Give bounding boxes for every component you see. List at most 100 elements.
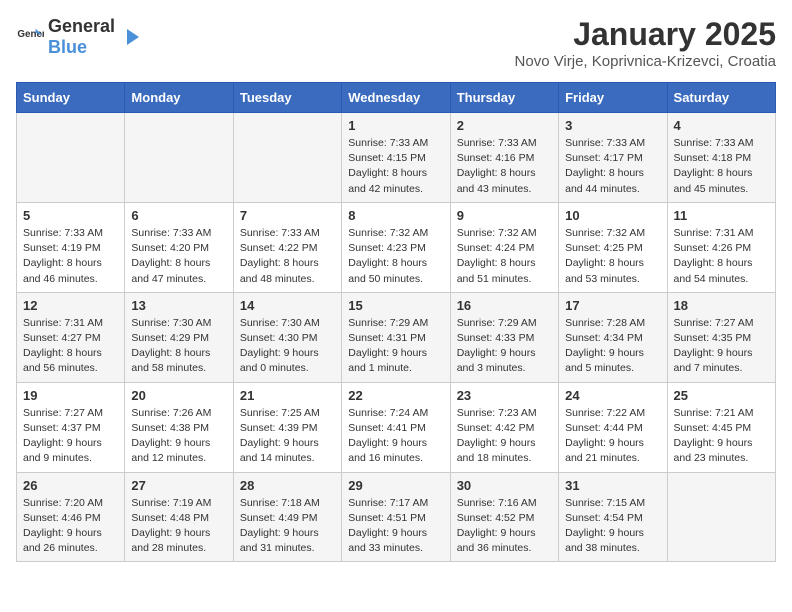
day-info: Sunrise: 7:27 AM Sunset: 4:35 PM Dayligh… [674, 316, 769, 377]
logo-icon: General [16, 23, 44, 51]
calendar-cell: 23 Sunrise: 7:23 AM Sunset: 4:42 PM Dayli… [450, 382, 558, 472]
day-info: Sunrise: 7:31 AM Sunset: 4:26 PM Dayligh… [674, 226, 769, 287]
week-row-5: 26 Sunrise: 7:20 AM Sunset: 4:46 PM Dayli… [17, 472, 776, 562]
day-info: Sunrise: 7:33 AM Sunset: 4:19 PM Dayligh… [23, 226, 118, 287]
day-number: 11 [674, 208, 769, 223]
day-number: 21 [240, 388, 335, 403]
page-header: General General Blue January 2025 Novo V… [16, 16, 776, 70]
calendar-cell: 9Sunrise: 7:32 AM Sunset: 4:24 PM Daylig… [450, 202, 558, 292]
day-info: Sunrise: 7:30 AM Sunset: 4:30 PM Dayligh… [240, 316, 335, 377]
calendar-cell: 14 Sunrise: 7:30 AM Sunset: 4:30 PM Dayli… [233, 292, 341, 382]
calendar-table: SundayMondayTuesdayWednesdayThursdayFrid… [16, 82, 776, 562]
day-number: 27 [131, 478, 226, 493]
logo-blue: Blue [48, 37, 87, 57]
day-info: Sunrise: 7:21 AM Sunset: 4:45 PM Dayligh… [674, 406, 769, 467]
day-info: Sunrise: 7:30 AM Sunset: 4:29 PM Dayligh… [131, 316, 226, 377]
day-number: 31 [565, 478, 660, 493]
calendar-cell: 3Sunrise: 7:33 AM Sunset: 4:17 PM Daylig… [559, 113, 667, 203]
calendar-cell: 27 Sunrise: 7:19 AM Sunset: 4:48 PM Dayli… [125, 472, 233, 562]
day-number: 10 [565, 208, 660, 223]
day-info: Sunrise: 7:29 AM Sunset: 4:33 PM Dayligh… [457, 316, 552, 377]
calendar-cell: 26 Sunrise: 7:20 AM Sunset: 4:46 PM Dayli… [17, 472, 125, 562]
day-number: 6 [131, 208, 226, 223]
day-header-monday: Monday [125, 83, 233, 113]
calendar-cell: 11 Sunrise: 7:31 AM Sunset: 4:26 PM Dayli… [667, 202, 775, 292]
day-header-tuesday: Tuesday [233, 83, 341, 113]
day-number: 14 [240, 298, 335, 313]
day-header-wednesday: Wednesday [342, 83, 450, 113]
day-info: Sunrise: 7:23 AM Sunset: 4:42 PM Dayligh… [457, 406, 552, 467]
day-info: Sunrise: 7:19 AM Sunset: 4:48 PM Dayligh… [131, 496, 226, 557]
day-info: Sunrise: 7:17 AM Sunset: 4:51 PM Dayligh… [348, 496, 443, 557]
calendar-cell [233, 113, 341, 203]
calendar-cell [17, 113, 125, 203]
day-info: Sunrise: 7:18 AM Sunset: 4:49 PM Dayligh… [240, 496, 335, 557]
calendar-cell: 16 Sunrise: 7:29 AM Sunset: 4:33 PM Dayli… [450, 292, 558, 382]
day-info: Sunrise: 7:15 AM Sunset: 4:54 PM Dayligh… [565, 496, 660, 557]
day-info: Sunrise: 7:20 AM Sunset: 4:46 PM Dayligh… [23, 496, 118, 557]
day-header-thursday: Thursday [450, 83, 558, 113]
calendar-cell: 20Sunrise: 7:26 AM Sunset: 4:38 PM Dayli… [125, 382, 233, 472]
days-of-week-row: SundayMondayTuesdayWednesdayThursdayFrid… [17, 83, 776, 113]
week-row-3: 12 Sunrise: 7:31 AM Sunset: 4:27 PM Dayli… [17, 292, 776, 382]
calendar-cell: 28 Sunrise: 7:18 AM Sunset: 4:49 PM Dayli… [233, 472, 341, 562]
calendar-cell: 22 Sunrise: 7:24 AM Sunset: 4:41 PM Dayli… [342, 382, 450, 472]
day-number: 28 [240, 478, 335, 493]
calendar-cell: 2Sunrise: 7:33 AM Sunset: 4:16 PM Daylig… [450, 113, 558, 203]
calendar-cell: 12 Sunrise: 7:31 AM Sunset: 4:27 PM Dayli… [17, 292, 125, 382]
calendar-cell: 4Sunrise: 7:33 AM Sunset: 4:18 PM Daylig… [667, 113, 775, 203]
day-number: 12 [23, 298, 118, 313]
day-number: 25 [674, 388, 769, 403]
calendar-header: SundayMondayTuesdayWednesdayThursdayFrid… [17, 83, 776, 113]
calendar-cell: 31 Sunrise: 7:15 AM Sunset: 4:54 PM Dayli… [559, 472, 667, 562]
calendar-cell: 15Sunrise: 7:29 AM Sunset: 4:31 PM Dayli… [342, 292, 450, 382]
day-info: Sunrise: 7:32 AM Sunset: 4:24 PM Dayligh… [457, 226, 552, 287]
logo-arrow-icon [119, 25, 143, 49]
day-number: 19 [23, 388, 118, 403]
logo-general: General [48, 16, 115, 36]
day-number: 5 [23, 208, 118, 223]
day-number: 15 [348, 298, 443, 313]
day-info: Sunrise: 7:32 AM Sunset: 4:25 PM Dayligh… [565, 226, 660, 287]
calendar-cell: 7Sunrise: 7:33 AM Sunset: 4:22 PM Daylig… [233, 202, 341, 292]
day-info: Sunrise: 7:27 AM Sunset: 4:37 PM Dayligh… [23, 406, 118, 467]
day-info: Sunrise: 7:31 AM Sunset: 4:27 PM Dayligh… [23, 316, 118, 377]
day-info: Sunrise: 7:25 AM Sunset: 4:39 PM Dayligh… [240, 406, 335, 467]
day-info: Sunrise: 7:33 AM Sunset: 4:18 PM Dayligh… [674, 136, 769, 197]
calendar-cell: 10 Sunrise: 7:32 AM Sunset: 4:25 PM Dayli… [559, 202, 667, 292]
location: Novo Virje, Koprivnica-Krizevci, Croatia [515, 53, 776, 70]
day-number: 1 [348, 118, 443, 133]
day-number: 30 [457, 478, 552, 493]
day-number: 22 [348, 388, 443, 403]
week-row-1: 1Sunrise: 7:33 AM Sunset: 4:15 PM Daylig… [17, 113, 776, 203]
month-title: January 2025 [515, 16, 776, 53]
week-row-4: 19 Sunrise: 7:27 AM Sunset: 4:37 PM Dayli… [17, 382, 776, 472]
day-info: Sunrise: 7:33 AM Sunset: 4:22 PM Dayligh… [240, 226, 335, 287]
day-number: 24 [565, 388, 660, 403]
calendar-cell: 24 Sunrise: 7:22 AM Sunset: 4:44 PM Dayli… [559, 382, 667, 472]
calendar-cell: 25 Sunrise: 7:21 AM Sunset: 4:45 PM Dayli… [667, 382, 775, 472]
calendar-cell: 6Sunrise: 7:33 AM Sunset: 4:20 PM Daylig… [125, 202, 233, 292]
day-info: Sunrise: 7:33 AM Sunset: 4:17 PM Dayligh… [565, 136, 660, 197]
day-number: 17 [565, 298, 660, 313]
day-number: 26 [23, 478, 118, 493]
logo: General General Blue [16, 16, 143, 58]
calendar-cell: 18Sunrise: 7:27 AM Sunset: 4:35 PM Dayli… [667, 292, 775, 382]
calendar-cell: 29 Sunrise: 7:17 AM Sunset: 4:51 PM Dayli… [342, 472, 450, 562]
day-number: 20 [131, 388, 226, 403]
day-info: Sunrise: 7:33 AM Sunset: 4:16 PM Dayligh… [457, 136, 552, 197]
calendar-cell: 8Sunrise: 7:32 AM Sunset: 4:23 PM Daylig… [342, 202, 450, 292]
day-number: 29 [348, 478, 443, 493]
day-info: Sunrise: 7:24 AM Sunset: 4:41 PM Dayligh… [348, 406, 443, 467]
day-info: Sunrise: 7:22 AM Sunset: 4:44 PM Dayligh… [565, 406, 660, 467]
day-number: 23 [457, 388, 552, 403]
calendar-cell: 19 Sunrise: 7:27 AM Sunset: 4:37 PM Dayli… [17, 382, 125, 472]
calendar-cell: 5 Sunrise: 7:33 AM Sunset: 4:19 PM Daylig… [17, 202, 125, 292]
day-header-sunday: Sunday [17, 83, 125, 113]
calendar-cell: 30Sunrise: 7:16 AM Sunset: 4:52 PM Dayli… [450, 472, 558, 562]
day-info: Sunrise: 7:32 AM Sunset: 4:23 PM Dayligh… [348, 226, 443, 287]
day-number: 16 [457, 298, 552, 313]
calendar-cell [125, 113, 233, 203]
calendar-cell: 13Sunrise: 7:30 AM Sunset: 4:29 PM Dayli… [125, 292, 233, 382]
title-area: January 2025 Novo Virje, Koprivnica-Kriz… [515, 16, 776, 70]
